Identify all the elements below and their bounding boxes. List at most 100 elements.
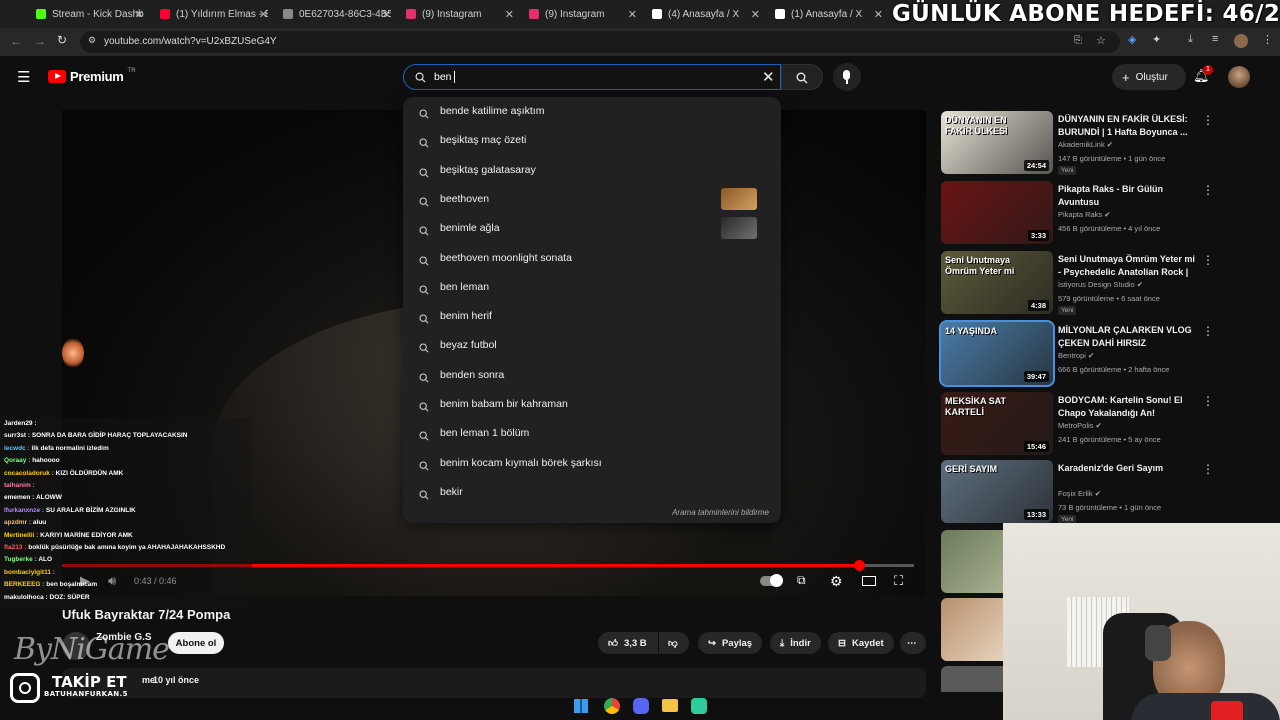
clear-search-icon[interactable]: ✕ [762, 68, 775, 86]
fullscreen-icon[interactable]: ⛶ [894, 573, 903, 589]
rec-title[interactable]: Karadeniz'de Geri Sayım [1058, 462, 1198, 475]
report-predictions-link[interactable]: Arama tahminlerini bildirme [672, 508, 769, 517]
rec-channel[interactable]: Foşix Erlik ✔ [1058, 489, 1101, 498]
subtitles-icon[interactable]: ⧉ [797, 573, 806, 588]
install-app-icon[interactable]: ⎘ [1074, 35, 1082, 46]
search-suggestion[interactable]: benimle ağla [403, 214, 781, 243]
browser-tab[interactable]: (9) Instagram ✕ [521, 0, 643, 28]
settings-gear-icon[interactable]: ⚙ [830, 573, 843, 590]
puzzle-icon[interactable]: ✦ [1152, 33, 1161, 46]
browser-tab[interactable]: (1) Yıldırım Elmas - B ✕ [152, 0, 274, 28]
rec-more-icon[interactable]: ⋮ [1202, 324, 1214, 338]
search-suggestion[interactable]: bende katilime aşıktım [403, 97, 781, 126]
rec-channel[interactable]: MetroPolis ✔ [1058, 421, 1102, 430]
browser-tab[interactable]: Stream - Kick Dashb ✕ [28, 0, 150, 28]
rec-thumbnail[interactable]: 3:33 [941, 181, 1053, 244]
rec-thumbnail-partial[interactable] [941, 666, 1003, 692]
like-button[interactable]: 👍︎ 3,3 B [598, 632, 658, 654]
rec-thumbnail-partial[interactable] [941, 598, 1003, 661]
recommended-video[interactable]: MEKSİKA SAT KARTELİ 15:46 BODYCAM: Karteli… [941, 392, 1221, 456]
download-button[interactable]: ⤓ İndir [770, 632, 821, 654]
progress-scrubber[interactable] [853, 560, 865, 571]
search-suggestion[interactable]: benim babam bir kahraman [403, 390, 781, 419]
rec-thumbnail[interactable]: DÜNYANIN EN FAKİR ÜLKESİ 24:54 [941, 111, 1053, 174]
search-suggestion[interactable]: ben leman 1 bölüm [403, 419, 781, 448]
search-input[interactable]: ben ✕ [403, 64, 781, 90]
rec-more-icon[interactable]: ⋮ [1202, 113, 1214, 127]
rec-thumbnail-partial[interactable] [941, 530, 1003, 593]
search-suggestion[interactable]: beethoven moonlight sonata [403, 244, 781, 273]
browser-tab[interactable]: (4) Anasayfa / X ✕ [644, 0, 766, 28]
rec-channel[interactable]: Bentropi ✔ [1058, 351, 1094, 360]
recommended-video[interactable]: Seni Unutmaya Ömrüm Yeter mi 4:38 Seni Unu… [941, 251, 1221, 315]
address-bar[interactable]: ⚙ youtube.com/watch?v=U2xBZUSeG4Y ⎘ ☆ [80, 31, 1120, 53]
browser-tab[interactable]: 0E627034-86C3-4B5 ✕ [275, 0, 397, 28]
rec-more-icon[interactable]: ⋮ [1202, 394, 1214, 408]
extension-icon[interactable]: ◈ [1128, 33, 1136, 46]
rec-title[interactable]: DÜNYANIN EN FAKİR ÜLKESİ: BURUNDİ | 1 Ha… [1058, 113, 1198, 138]
recommended-video[interactable]: 3:33 Pikapta Raks - Bir Gülün Avuntusu Pik… [941, 181, 1221, 245]
search-suggestion[interactable]: benim herif [403, 302, 781, 331]
rec-thumbnail[interactable]: Seni Unutmaya Ömrüm Yeter mi 4:38 [941, 251, 1053, 314]
create-button[interactable]: + Oluştur [1112, 64, 1186, 90]
tab-close-icon[interactable]: ✕ [628, 8, 637, 21]
browser-menu-icon[interactable]: ⋮ [1262, 33, 1273, 46]
tab-close-icon[interactable]: ✕ [874, 8, 883, 21]
windows-start-icon[interactable] [574, 699, 588, 713]
rec-title[interactable]: Pikapta Raks - Bir Gülün Avuntusu [1058, 183, 1198, 208]
search-suggestion[interactable]: benden sonra [403, 361, 781, 390]
download-icon[interactable]: ⤓ [1188, 33, 1193, 46]
rec-channel[interactable]: AkademikLink ✔ [1058, 140, 1113, 149]
hamburger-menu-icon[interactable]: ☰ [17, 68, 30, 86]
tab-close-icon[interactable]: ✕ [751, 8, 760, 21]
tab-close-icon[interactable]: ✕ [135, 8, 144, 21]
rec-channel[interactable]: Pikapta Raks ✔ [1058, 210, 1111, 219]
more-actions-button[interactable]: ⋯ [900, 632, 926, 654]
search-suggestion[interactable]: beşiktaş galatasaray [403, 156, 781, 185]
save-button[interactable]: ⊟ Kaydet [828, 632, 894, 654]
rec-thumbnail[interactable]: MEKSİKA SAT KARTELİ 15:46 [941, 392, 1053, 455]
rec-more-icon[interactable]: ⋮ [1202, 253, 1214, 267]
rec-more-icon[interactable]: ⋮ [1202, 462, 1214, 476]
profile-avatar[interactable] [1234, 34, 1248, 48]
browser-tab[interactable]: (1) Anasayfa / X ✕ [767, 0, 889, 28]
search-suggestion[interactable]: ben leman [403, 273, 781, 302]
voice-search-button[interactable] [833, 63, 861, 91]
search-suggestion[interactable]: beethoven [403, 185, 781, 214]
bookmark-star-icon[interactable]: ☆ [1096, 34, 1106, 47]
search-suggestion[interactable]: bekir [403, 478, 781, 507]
search-suggestion[interactable]: benim kocam kıymalı börek şarkısı [403, 449, 781, 478]
forward-icon[interactable]: → [34, 34, 46, 48]
rec-more-icon[interactable]: ⋮ [1202, 183, 1214, 197]
file-explorer-taskbar-icon[interactable] [662, 699, 678, 712]
recommended-video[interactable]: 14 YAŞINDA 39:47 MİLYONLAR ÇALARKEN VLOG Ç… [939, 320, 1221, 387]
rec-thumbnail[interactable]: GERİ SAYIM 13:33 [941, 460, 1053, 523]
search-button[interactable] [781, 64, 823, 90]
reload-icon[interactable]: ↻ [57, 33, 67, 47]
tab-close-icon[interactable]: ✕ [259, 8, 268, 21]
rec-title[interactable]: Seni Unutmaya Ömrüm Yeter mi - Psychedel… [1058, 253, 1198, 279]
tab-close-icon[interactable]: ✕ [505, 8, 514, 21]
recommended-video[interactable]: GERİ SAYIM 13:33 Karadeniz'de Geri Sayım Fo… [941, 460, 1221, 524]
share-button[interactable]: ↪ Paylaş [698, 632, 763, 654]
rec-channel[interactable]: İstiyorus Design Studio ✔ [1058, 280, 1143, 289]
discord-taskbar-icon[interactable] [633, 698, 649, 714]
youtube-logo[interactable]: Premium TR [48, 68, 136, 84]
recommended-video[interactable]: DÜNYANIN EN FAKİR ÜLKESİ 24:54 DÜNYANIN EN… [941, 111, 1221, 175]
search-suggestion[interactable]: beşiktaş maç özeti [403, 126, 781, 155]
tab-close-icon[interactable]: ✕ [382, 8, 391, 21]
dislike-button[interactable]: 👎︎ [659, 632, 689, 654]
account-avatar[interactable] [1228, 66, 1250, 88]
rec-title[interactable]: BODYCAM: Kartelin Sonu! El Chapo Yakalan… [1058, 394, 1198, 420]
back-icon[interactable]: ← [10, 34, 22, 48]
rec-title[interactable]: MİLYONLAR ÇALARKEN VLOG ÇEKEN DAHİ HIRSI… [1058, 324, 1198, 349]
rec-thumbnail[interactable]: 14 YAŞINDA 39:47 [939, 320, 1055, 387]
media-control-icon[interactable]: ≡ [1212, 33, 1218, 45]
theater-mode-icon[interactable] [862, 576, 876, 586]
site-info-icon[interactable]: ⚙ [88, 35, 96, 46]
browser-tab[interactable]: (9) Instagram ✕ [398, 0, 520, 28]
app-taskbar-icon[interactable] [691, 698, 707, 714]
subscribe-button[interactable]: Abone ol [168, 632, 224, 654]
chrome-taskbar-icon[interactable] [604, 698, 620, 714]
search-suggestion[interactable]: beyaz futbol [403, 331, 781, 360]
